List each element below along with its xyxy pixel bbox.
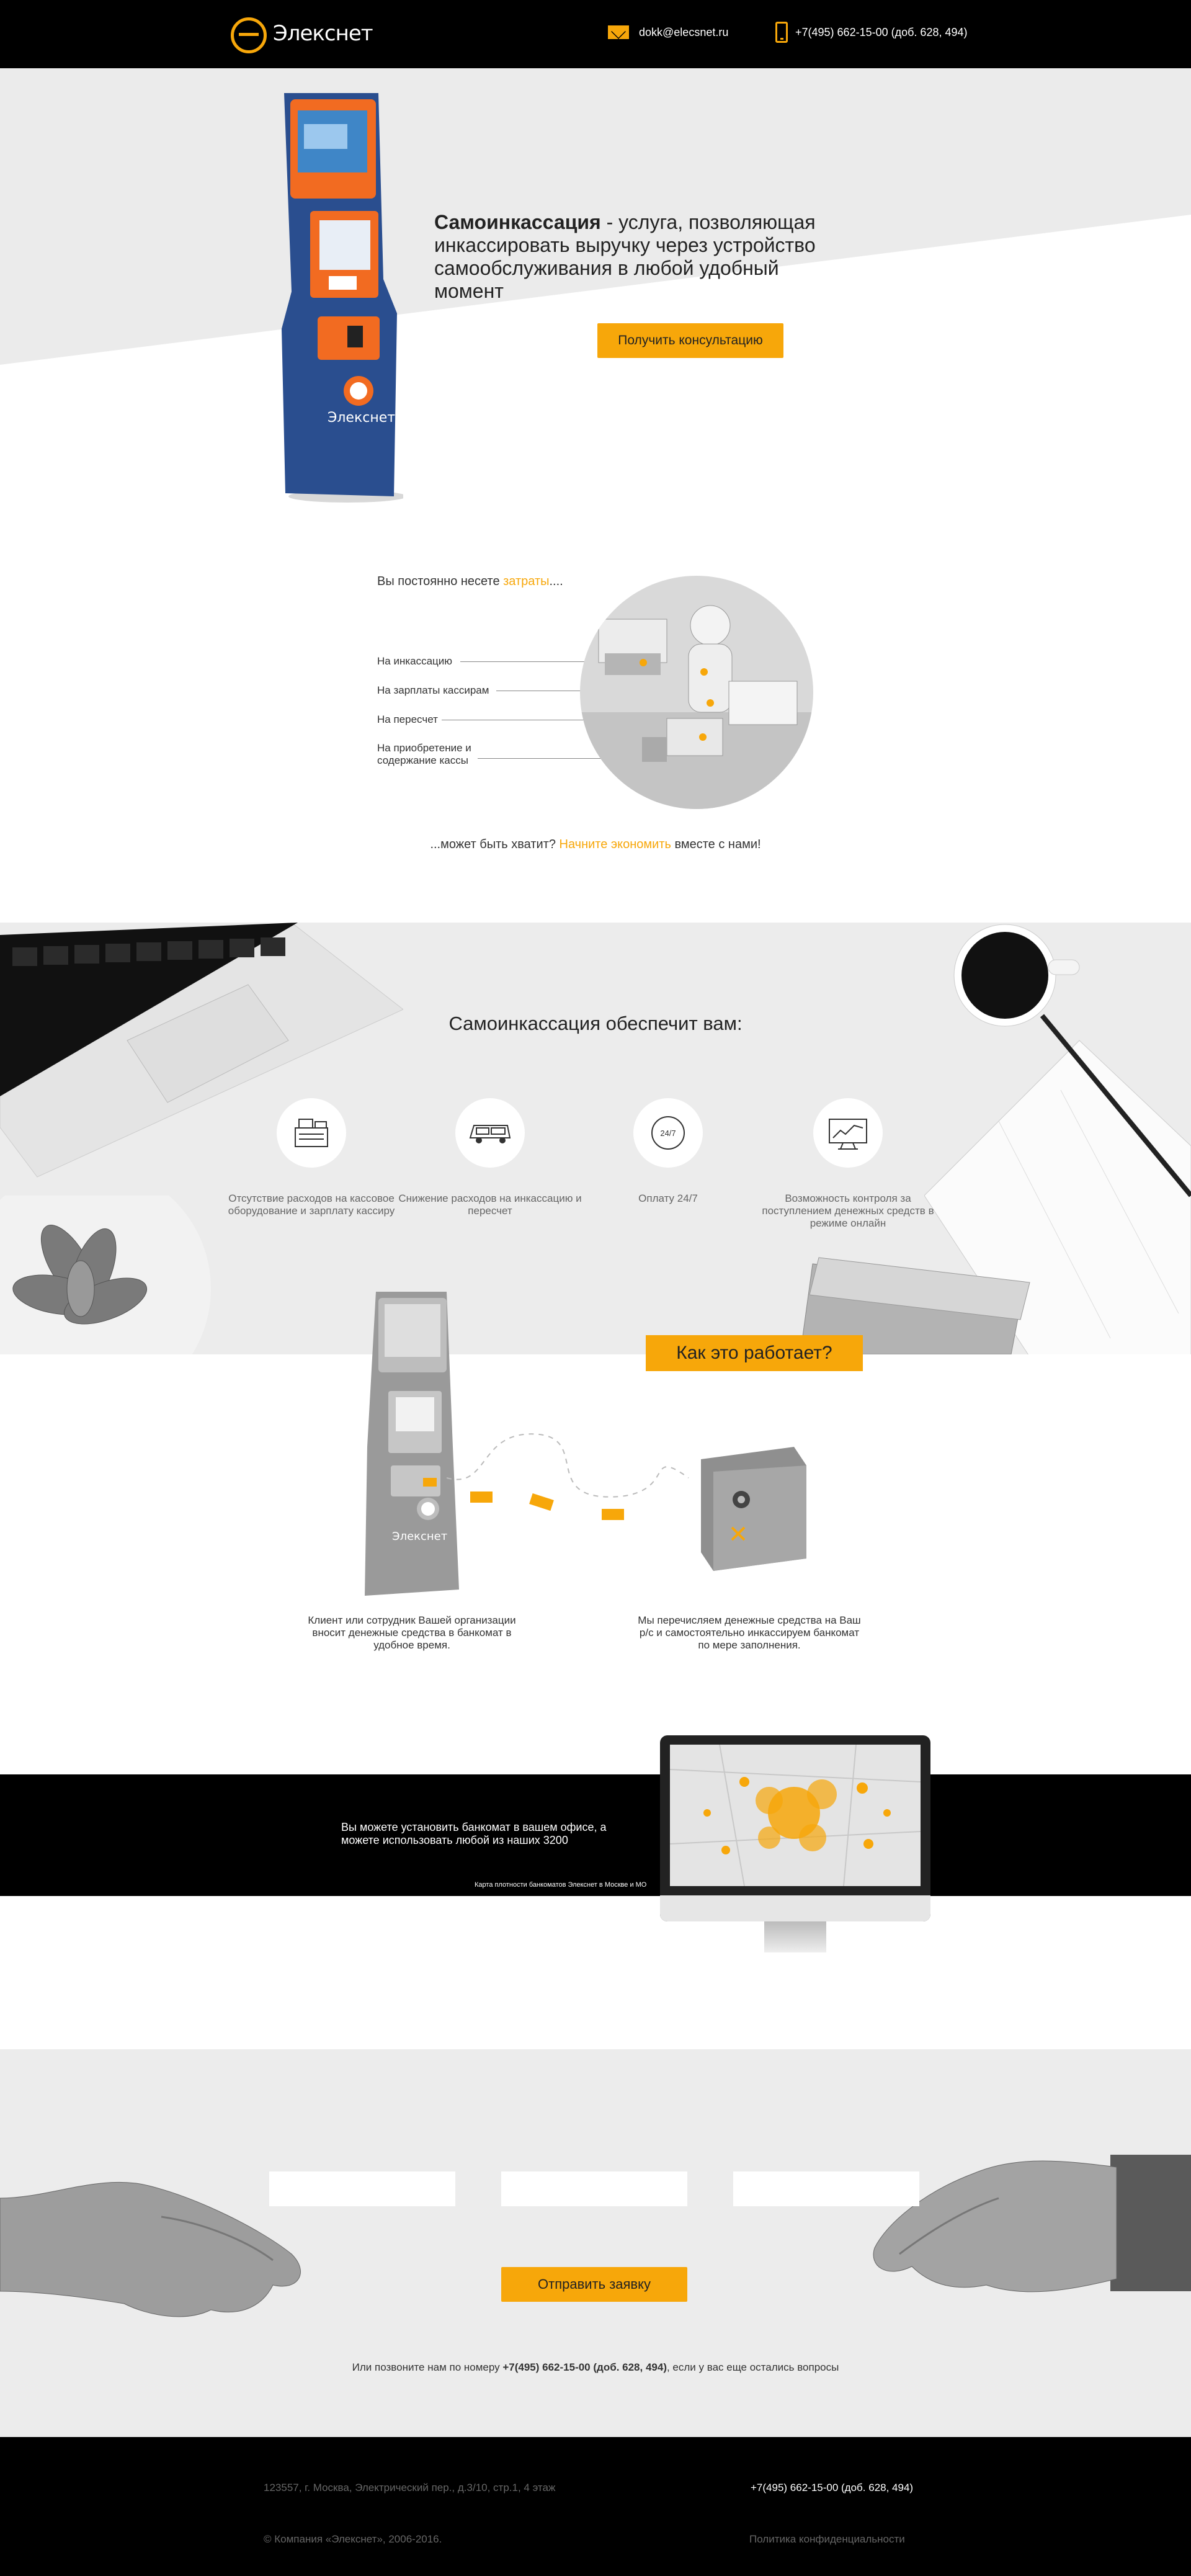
monitor-stand: [764, 1921, 826, 1952]
call-note-phone[interactable]: +7(495) 662-15-00 (доб. 628, 494): [502, 2361, 667, 2373]
atm-density-map[interactable]: [670, 1745, 921, 1886]
header-phone[interactable]: +7(495) 662-15-00 (доб. 628, 494): [795, 26, 968, 39]
benefits-title: Самоинкассация обеспечит вам:: [448, 1013, 743, 1034]
save-money-note: ...может быть хватит? Начните экономить …: [0, 838, 1191, 852]
email-input[interactable]: [733, 2171, 919, 2206]
site-footer: [0, 2437, 1191, 2576]
kiosk-illustration: Элекснет: [282, 93, 403, 503]
map-band-text: Вы можете установить банкомат в вашем оф…: [341, 1821, 607, 1846]
how-step-2: Мы перечисляем денежные средства на Ваш …: [638, 1614, 861, 1651]
start-saving-link[interactable]: Начните экономить: [560, 838, 671, 851]
how-step-1: Клиент или сотрудник Вашей организации в…: [308, 1614, 516, 1651]
mail-icon: [608, 25, 629, 39]
clock-24-7-text: 24/7: [660, 1129, 676, 1138]
right-hand-illustration: [873, 2155, 1191, 2292]
cash-register-icon: [295, 1119, 328, 1147]
feature-label: Снижение расходов на инкассацию и пересч…: [398, 1192, 582, 1217]
hero-title-bold: Самоинкассация: [434, 211, 601, 233]
costs-title-suffix: ....: [549, 575, 563, 588]
clock-24-7-icon: 24/7: [651, 1116, 685, 1150]
armored-van-icon: [469, 1125, 511, 1143]
costs-title: Вы постоянно несете затраты....: [377, 575, 563, 589]
cost-item-recount: На пересчет: [377, 713, 438, 725]
benefits-section: [0, 923, 1191, 1354]
privacy-policy-link[interactable]: Политика конфиденциальности: [749, 2533, 905, 2546]
phone-icon: [775, 22, 788, 43]
monitor-chart-icon: [829, 1119, 867, 1150]
hero-section: [0, 68, 1191, 540]
phone-input[interactable]: [501, 2171, 687, 2206]
call-note-suffix: , если у вас еще остались вопросы: [666, 2361, 839, 2373]
footer-copyright: © Компания «Элекснет», 2006-2016.: [264, 2533, 442, 2545]
get-consultation-button[interactable]: Получить консультацию: [597, 323, 783, 358]
footer-address: 123557, г. Москва, Электрический пер., д…: [264, 2482, 556, 2493]
feature-label: Возможность контроля за поступлением ден…: [762, 1192, 934, 1229]
call-us-note: Или позвоните нам по номеру +7(495) 662-…: [0, 2361, 1191, 2374]
site-header: Элекснет dokk@elecsnet.ru +7(495) 662-15…: [0, 0, 1191, 68]
costs-title-prefix: Вы постоянно несете: [377, 575, 504, 588]
kiosk-brand-label: Элекснет: [328, 410, 395, 426]
feature-icon-wrapper: [277, 1098, 346, 1168]
feature-icon-wrapper: 24/7: [633, 1098, 703, 1168]
submit-request-button[interactable]: Отправить заявку: [501, 2267, 687, 2302]
feature-icon-wrapper: [813, 1098, 883, 1168]
map-caption: Карта плотности банкоматов Элекснет в Мо…: [475, 1881, 647, 1889]
feature-label: Отсутствие расходов на кассовое оборудов…: [228, 1192, 395, 1217]
office-illustration: [580, 576, 813, 809]
name-input[interactable]: [269, 2171, 455, 2206]
cost-item-register: На приобретение и содержание кассы: [377, 742, 471, 766]
cost-item-salaries: На зарплаты кассирам: [377, 684, 489, 696]
header-email-link[interactable]: dokk@elecsnet.ru: [639, 26, 728, 39]
plant-illustration: [0, 1196, 211, 1354]
request-form-section: [0, 2049, 1191, 2437]
hero-diagonal-bg: [0, 215, 1191, 540]
hero-title: Самоинкассация - услуга, позволяющая инк…: [434, 211, 819, 303]
logo-icon[interactable]: [231, 17, 267, 53]
logo-text[interactable]: Элекснет: [273, 21, 373, 46]
left-hand-illustration: [0, 2181, 301, 2317]
costs-title-highlight: затраты: [503, 575, 550, 588]
cost-item-collection: На инкассацию: [377, 655, 453, 667]
feature-icon-wrapper: [455, 1098, 525, 1168]
footer-phone[interactable]: +7(495) 662-15-00 (доб. 628, 494): [751, 2482, 913, 2494]
note-suffix: вместе с нами!: [671, 838, 761, 851]
note-prefix: ...может быть хватит?: [430, 838, 560, 851]
feature-label: Оплату 24/7: [638, 1192, 698, 1204]
call-note-prefix: Или позвоните нам по номеру: [352, 2361, 503, 2373]
how-kiosk-brand: Элекснет: [392, 1530, 447, 1543]
monitor-chin: [660, 1895, 930, 1921]
how-it-works-illustration: Элекснет: [365, 1292, 806, 1596]
